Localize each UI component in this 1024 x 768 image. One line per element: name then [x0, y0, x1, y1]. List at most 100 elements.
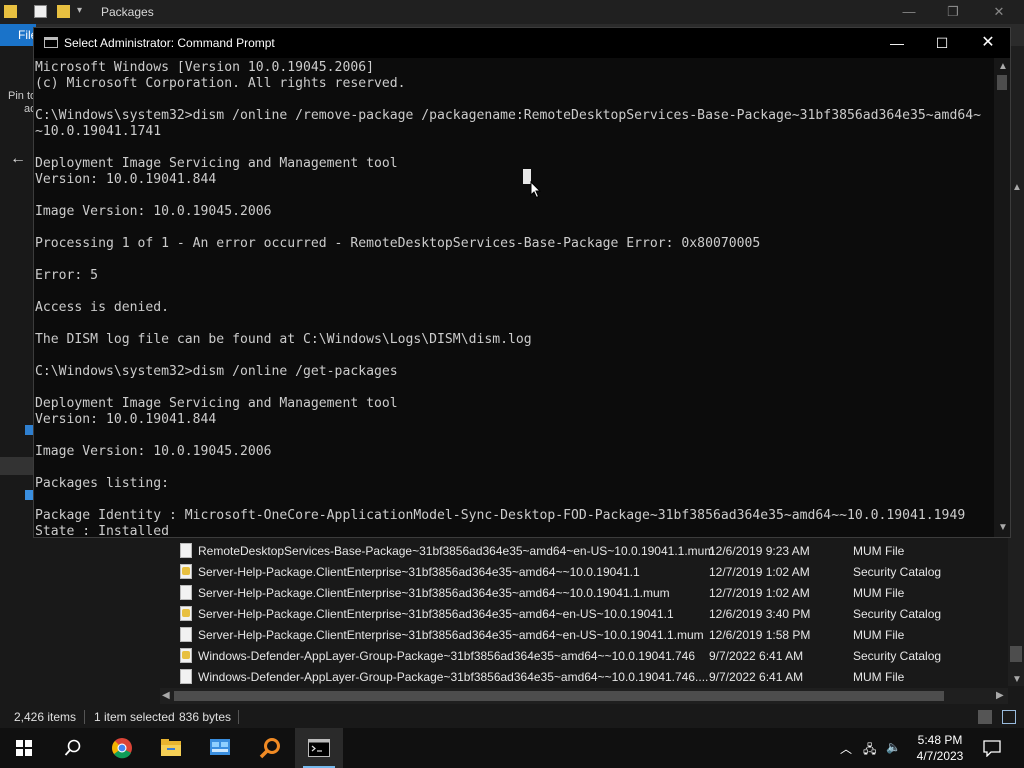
- file-type: Security Catalog: [853, 565, 942, 579]
- scroll-up-arrow-icon[interactable]: ▲: [1012, 182, 1022, 193]
- file-type: MUM File: [853, 628, 905, 642]
- taskbar: ︿ 🖧 🔈 5:48 PM 4/7/2023: [0, 728, 1024, 768]
- clock-date: 4/7/2023: [916, 749, 964, 763]
- new-folder-icon[interactable]: [57, 5, 70, 18]
- mum-file-icon: [180, 627, 192, 642]
- file-row[interactable]: Server-Help-Package.ClientEnterprise~31b…: [160, 624, 1008, 645]
- horizontal-scrollbar-thumb[interactable]: [174, 691, 944, 701]
- taskbar-chrome[interactable]: [98, 728, 146, 768]
- command-prompt-icon: [44, 37, 58, 48]
- file-date: 9/7/2022 6:41 AM: [709, 670, 804, 684]
- search-button[interactable]: [48, 728, 96, 768]
- file-date: 12/6/2019 9:23 AM: [709, 544, 810, 558]
- taskbar-command-prompt[interactable]: [295, 728, 343, 768]
- file-type: Security Catalog: [853, 649, 942, 663]
- file-tab[interactable]: File: [0, 24, 36, 46]
- scroll-left-arrow-icon[interactable]: ◀: [162, 690, 170, 701]
- customize-quick-access-icon[interactable]: ▾: [77, 5, 90, 18]
- explorer-status-bar: 2,426 items 1 item selected 836 bytes: [0, 706, 1024, 728]
- selection-count: 1 item selected: [94, 710, 175, 724]
- explorer-minimize-button[interactable]: —: [886, 2, 932, 22]
- details-view-icon[interactable]: [978, 710, 992, 724]
- security-catalog-icon: [180, 564, 192, 579]
- cmd-close-button[interactable]: ✕: [965, 28, 1011, 58]
- back-arrow-icon[interactable]: ←: [10, 150, 26, 168]
- file-row[interactable]: Windows-Defender-AppLayer-Group-Package~…: [160, 645, 1008, 666]
- search-app-icon: [259, 738, 280, 759]
- cmd-minimize-button[interactable]: —: [874, 28, 920, 58]
- explorer-left-edge: [0, 46, 34, 706]
- file-date: 12/7/2019 1:02 AM: [709, 586, 810, 600]
- file-name: Windows-Defender-AppLayer-Group-Package~…: [198, 670, 709, 684]
- file-type: MUM File: [853, 544, 905, 558]
- pin-to-quick-access-label[interactable]: Pin to: [8, 90, 36, 102]
- file-name: RemoteDesktopServices-Base-Package~31bf3…: [198, 544, 715, 558]
- file-name: Windows-Defender-AppLayer-Group-Package~…: [198, 649, 696, 663]
- console-output-area[interactable]: Microsoft Windows [Version 10.0.19045.20…: [34, 58, 994, 537]
- file-name: Server-Help-Package.ClientEnterprise~31b…: [198, 565, 640, 579]
- file-date: 12/6/2019 1:58 PM: [709, 628, 811, 642]
- start-button[interactable]: [0, 728, 48, 768]
- cmd-scrollbar-thumb[interactable]: [997, 75, 1007, 90]
- cmd-titlebar[interactable]: Select Administrator: Command Prompt — ☐…: [34, 28, 1010, 58]
- item-count: 2,426 items: [14, 710, 77, 724]
- properties-icon[interactable]: [34, 5, 47, 18]
- search-icon: [64, 739, 81, 756]
- file-row[interactable]: Windows-Defender-AppLayer-Group-Package~…: [160, 666, 1008, 687]
- file-row[interactable]: Server-Help-Package.ClientEnterprise~31b…: [160, 582, 1008, 603]
- taskbar-search-app[interactable]: [246, 728, 294, 768]
- chrome-icon: [112, 738, 132, 759]
- action-center-notification-icon[interactable]: [983, 740, 1001, 757]
- nav-pane-selected-item[interactable]: [0, 457, 34, 475]
- scroll-down-arrow-icon[interactable]: ▼: [998, 522, 1008, 533]
- file-row[interactable]: RemoteDesktopServices-Base-Package~31bf3…: [160, 540, 1008, 561]
- explorer-restore-button[interactable]: ❐: [930, 2, 976, 22]
- file-name: Server-Help-Package.ClientEnterprise~31b…: [198, 628, 704, 642]
- file-name: Server-Help-Package.ClientEnterprise~31b…: [198, 586, 670, 600]
- taskbar-clock[interactable]: 5:48 PM 4/7/2023: [905, 732, 975, 764]
- scroll-up-arrow-icon[interactable]: ▲: [998, 61, 1008, 72]
- folder-icon: [4, 5, 17, 18]
- file-explorer-icon: [161, 739, 181, 756]
- file-list: RemoteDesktopServices-Base-Package~31bf3…: [160, 540, 1008, 688]
- mouse-pointer-icon: [530, 181, 542, 199]
- security-catalog-icon: [180, 606, 192, 621]
- cmd-vertical-scrollbar[interactable]: ▲ ▼: [994, 58, 1010, 537]
- show-hidden-icons-chevron-icon[interactable]: ︿: [840, 740, 852, 757]
- file-name: Server-Help-Package.ClientEnterprise~31b…: [198, 607, 674, 621]
- status-divider: [84, 710, 85, 724]
- file-type: MUM File: [853, 586, 905, 600]
- mum-file-icon: [180, 543, 192, 558]
- selection-size: 836 bytes: [179, 710, 232, 724]
- taskbar-file-explorer[interactable]: [147, 728, 195, 768]
- file-list-horizontal-scrollbar[interactable]: ◀ ▶: [160, 688, 1008, 704]
- large-icons-view-icon[interactable]: [1002, 710, 1016, 724]
- scrollbar-thumb[interactable]: [1010, 646, 1022, 662]
- console-text: Microsoft Windows [Version 10.0.19045.20…: [35, 60, 981, 537]
- scroll-down-arrow-icon[interactable]: ▼: [1012, 674, 1022, 685]
- security-catalog-icon: [180, 648, 192, 663]
- taskbar-control-panel[interactable]: [196, 728, 244, 768]
- file-date: 9/7/2022 6:41 AM: [709, 649, 804, 663]
- cmd-title: Select Administrator: Command Prompt: [64, 36, 275, 50]
- volume-icon[interactable]: 🔈: [886, 740, 901, 754]
- cmd-maximize-button[interactable]: ☐: [919, 28, 965, 58]
- start-icon: [16, 740, 32, 756]
- clock-time: 5:48 PM: [917, 733, 963, 747]
- file-type: MUM File: [853, 670, 905, 684]
- command-prompt-window[interactable]: Select Administrator: Command Prompt — ☐…: [33, 27, 1011, 538]
- status-divider: [238, 710, 239, 724]
- explorer-close-button[interactable]: ✕: [976, 2, 1022, 22]
- mum-file-icon: [180, 669, 192, 684]
- explorer-titlebar: ▾ Packages — ❐ ✕: [0, 0, 1024, 24]
- mum-file-icon: [180, 585, 192, 600]
- command-prompt-icon: [308, 739, 330, 757]
- explorer-title: Packages: [101, 5, 154, 19]
- scroll-right-arrow-icon[interactable]: ▶: [996, 690, 1004, 701]
- file-row[interactable]: Server-Help-Package.ClientEnterprise~31b…: [160, 561, 1008, 582]
- file-row[interactable]: Server-Help-Package.ClientEnterprise~31b…: [160, 603, 1008, 624]
- file-date: 12/7/2019 1:02 AM: [709, 565, 810, 579]
- control-panel-icon: [210, 739, 230, 755]
- network-status-icon[interactable]: 🖧: [863, 740, 876, 761]
- file-date: 12/6/2019 3:40 PM: [709, 607, 811, 621]
